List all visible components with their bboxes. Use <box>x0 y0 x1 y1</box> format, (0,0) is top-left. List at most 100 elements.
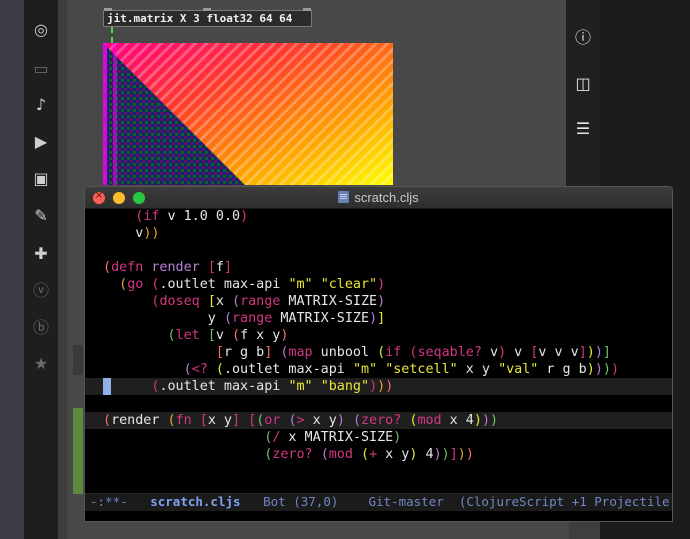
code-token: ) <box>377 379 386 394</box>
code-token: ] <box>223 260 232 275</box>
code-line[interactable]: v)) <box>103 225 159 242</box>
code-token: "m" <box>288 379 313 394</box>
v-circle-icon[interactable]: ⓥ <box>24 278 58 300</box>
code-token: "bang" <box>320 379 370 394</box>
emacs-titlebar[interactable]: scratch.cljs × <box>85 187 672 209</box>
code-token: v 1.0 0.0 <box>159 209 241 224</box>
code-token: r g b <box>223 345 265 360</box>
emacs-window[interactable]: scratch.cljs × (if v 1.0 0.0) v)) (defn r… <box>84 186 673 522</box>
code-line[interactable]: (go (.outlet max-api "m" "clear") <box>103 276 385 293</box>
code-token: if <box>143 209 160 224</box>
code-token: f <box>215 260 224 275</box>
code-token: ) <box>336 413 345 428</box>
columns-icon[interactable]: ◫ <box>566 72 600 94</box>
code-token: render <box>111 413 160 428</box>
code-line[interactable]: (zero? (mod (+ x y) 4))])) <box>103 446 474 463</box>
code-line[interactable]: (<? (.outlet max-api "m" "setcell" x y "… <box>103 361 619 378</box>
code-token: + <box>369 447 378 462</box>
code-token: ) <box>393 430 402 445</box>
code-token: ) <box>240 209 249 224</box>
code-token: ] <box>449 447 458 462</box>
code-token: r g b <box>538 362 587 377</box>
code-line[interactable]: (defn render [f] <box>103 259 232 276</box>
music-note-icon[interactable]: ♪ <box>24 93 58 115</box>
code-token: > <box>296 413 305 428</box>
code-token: range <box>240 294 281 309</box>
code-token: "m" <box>288 277 313 292</box>
code-token: ) <box>465 447 474 462</box>
code-line[interactable]: (doseq [x (range MATRIX-SIZE) <box>103 293 385 310</box>
modeline-buffer-name: scratch.cljs <box>150 494 241 509</box>
minibuffer[interactable] <box>85 511 672 521</box>
code-token: ( <box>223 311 232 326</box>
editor-buffer[interactable]: (if v 1.0 0.0) v)) (defn render [f] (go (… <box>85 208 672 491</box>
b-circle-icon[interactable]: ⓑ <box>24 315 58 337</box>
text-cursor <box>103 378 111 395</box>
code-token: ) <box>385 379 394 394</box>
code-token: "clear" <box>320 277 378 292</box>
code-line[interactable]: y (range MATRIX-SIZE)] <box>103 310 385 327</box>
code-token: ( <box>352 413 361 428</box>
code-token: f x y <box>240 328 281 343</box>
code-token: "m" <box>352 362 378 377</box>
window-title-wrap: scratch.cljs <box>85 187 672 208</box>
code-line[interactable]: (.outlet max-api "m" "bang"))) <box>85 378 672 395</box>
code-token: [ <box>207 260 216 275</box>
code-token: y <box>103 311 224 326</box>
patcher-divider <box>58 0 67 539</box>
code-token: v <box>481 345 499 360</box>
code-token: v <box>506 345 531 360</box>
window-title: scratch.cljs <box>354 190 419 205</box>
code-token: ) <box>586 362 595 377</box>
code-line[interactable]: (render (fn [x y] [(or (> x y) (zero? (m… <box>85 412 672 429</box>
list-lines-icon[interactable]: ☰ <box>566 117 600 139</box>
code-token: ] <box>602 345 611 360</box>
code-token: or <box>264 413 281 428</box>
code-line[interactable]: (/ x MATRIX-SIZE) <box>103 429 401 446</box>
code-token: ) <box>457 447 466 462</box>
code-line[interactable]: (let [v (f x y) <box>103 327 289 344</box>
star-icon[interactable]: ★ <box>24 352 58 374</box>
code-token: ) <box>369 311 378 326</box>
code-token: doseq <box>159 294 200 309</box>
code-token: [ <box>199 413 208 428</box>
code-line[interactable]: (if v 1.0 0.0) <box>103 208 248 225</box>
left-toolbar: ◎ ▭ ♪ ▶ ▣ ✎ ✚ ⓥ ⓑ ★ <box>24 0 58 539</box>
code-token: ] <box>377 311 386 326</box>
jit-matrix-object[interactable]: jit.matrix X 3 float32 64 64 <box>103 10 312 27</box>
target-icon[interactable]: ◎ <box>24 18 58 40</box>
code-token: x <box>215 294 232 309</box>
image-icon[interactable]: ▣ <box>24 167 58 189</box>
code-token: .outlet max-api <box>159 277 289 292</box>
code-token: ) <box>594 362 603 377</box>
zoom-button[interactable] <box>133 192 145 204</box>
matrix-display <box>103 43 393 185</box>
code-token: MATRIX-SIZE <box>280 294 378 309</box>
code-token: mod <box>328 447 353 462</box>
code-token: x y <box>377 447 410 462</box>
code-token: render <box>151 260 200 275</box>
code-token: ( <box>167 328 176 343</box>
playlist-icon[interactable]: ▶ <box>24 130 58 152</box>
file-icon <box>338 191 350 203</box>
paperclip-icon[interactable]: ✎ <box>24 204 58 226</box>
minimize-button[interactable] <box>113 192 125 204</box>
code-token: ( <box>232 328 241 343</box>
code-token: go <box>127 277 144 292</box>
plug-icon[interactable]: ✚ <box>24 242 58 264</box>
code-line[interactable]: [r g b] (map unbool (if (seqable? v) v [… <box>103 344 611 361</box>
list-icon[interactable]: ▭ <box>24 57 58 79</box>
modeline-modes: (ClojureScript +1 Projectile[clojur <box>458 494 672 509</box>
info-icon[interactable]: ⓘ <box>566 25 600 47</box>
matrix-render <box>103 43 393 185</box>
close-button[interactable]: × <box>93 190 105 204</box>
code-token: ) <box>369 379 378 394</box>
